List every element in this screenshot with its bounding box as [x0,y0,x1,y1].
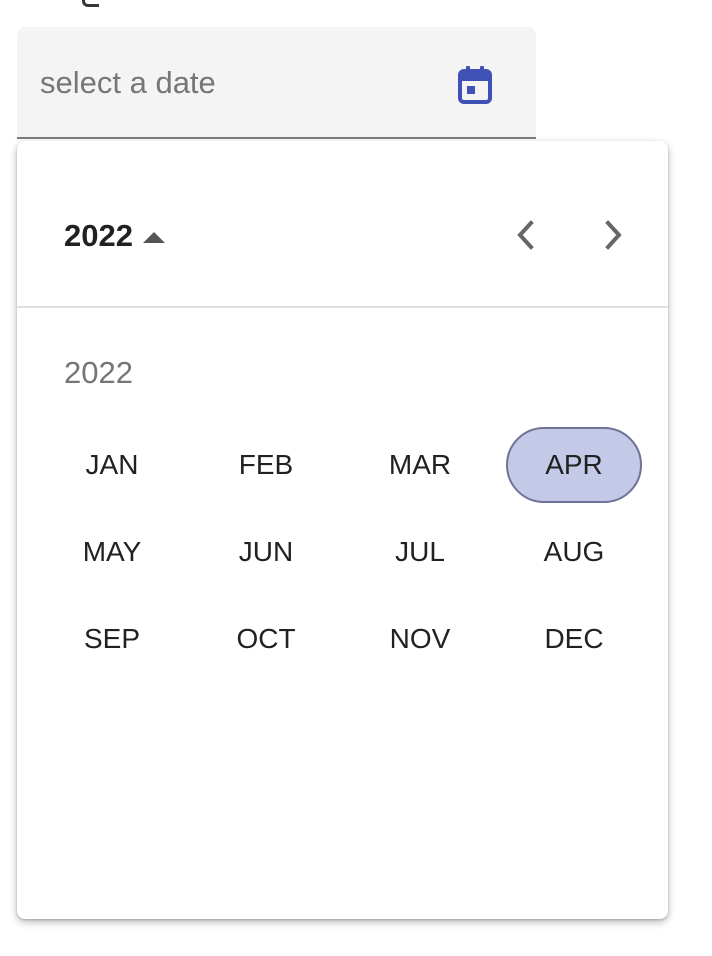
chevron-left-icon [517,220,534,250]
header-year-label: 2022 [64,218,133,253]
month-oct[interactable]: OCT [189,595,343,682]
month-dec[interactable]: DEC [497,595,651,682]
month-feb[interactable]: FEB [189,421,343,508]
month-label: MAR [388,448,452,480]
month-label: NOV [389,622,451,654]
month-mar[interactable]: MAR [343,421,497,508]
month-aug[interactable]: AUG [497,508,651,595]
date-input[interactable] [40,63,430,103]
month-label: APR [506,426,642,503]
previous-year-button[interactable] [499,209,551,261]
month-apr-selected[interactable]: APR [497,421,651,508]
month-jul[interactable]: JUL [343,508,497,595]
month-label: JUN [238,535,294,567]
month-label: AUG [543,535,605,567]
month-label: SEP [83,622,141,654]
year-toggle-button[interactable]: 2022 [64,211,165,261]
picker-header: 2022 [17,141,668,308]
chevron-right-icon [605,220,622,250]
month-picker-panel: 2022 2022 JAN FEB MAR APR MAY JUN JUL AU… [17,141,668,919]
month-jun[interactable]: JUN [189,508,343,595]
month-sep[interactable]: SEP [35,595,189,682]
top-glyph-fragment [82,0,99,7]
calendar-toggle-button[interactable] [454,64,496,106]
month-label: DEC [544,622,604,654]
month-may[interactable]: MAY [35,508,189,595]
next-year-button[interactable] [588,209,640,261]
month-grid-year-label: 2022 [64,355,133,390]
month-label: MAY [82,535,142,567]
arrow-up-icon [142,231,165,243]
month-jan[interactable]: JAN [35,421,189,508]
calendar-icon [458,66,492,104]
month-label: FEB [238,448,294,480]
month-label: OCT [236,622,296,654]
month-grid: JAN FEB MAR APR MAY JUN JUL AUG SEP OCT … [35,421,651,682]
month-label: JUL [395,535,445,567]
date-field[interactable] [17,27,536,139]
month-label: JAN [85,448,139,480]
month-nov[interactable]: NOV [343,595,497,682]
